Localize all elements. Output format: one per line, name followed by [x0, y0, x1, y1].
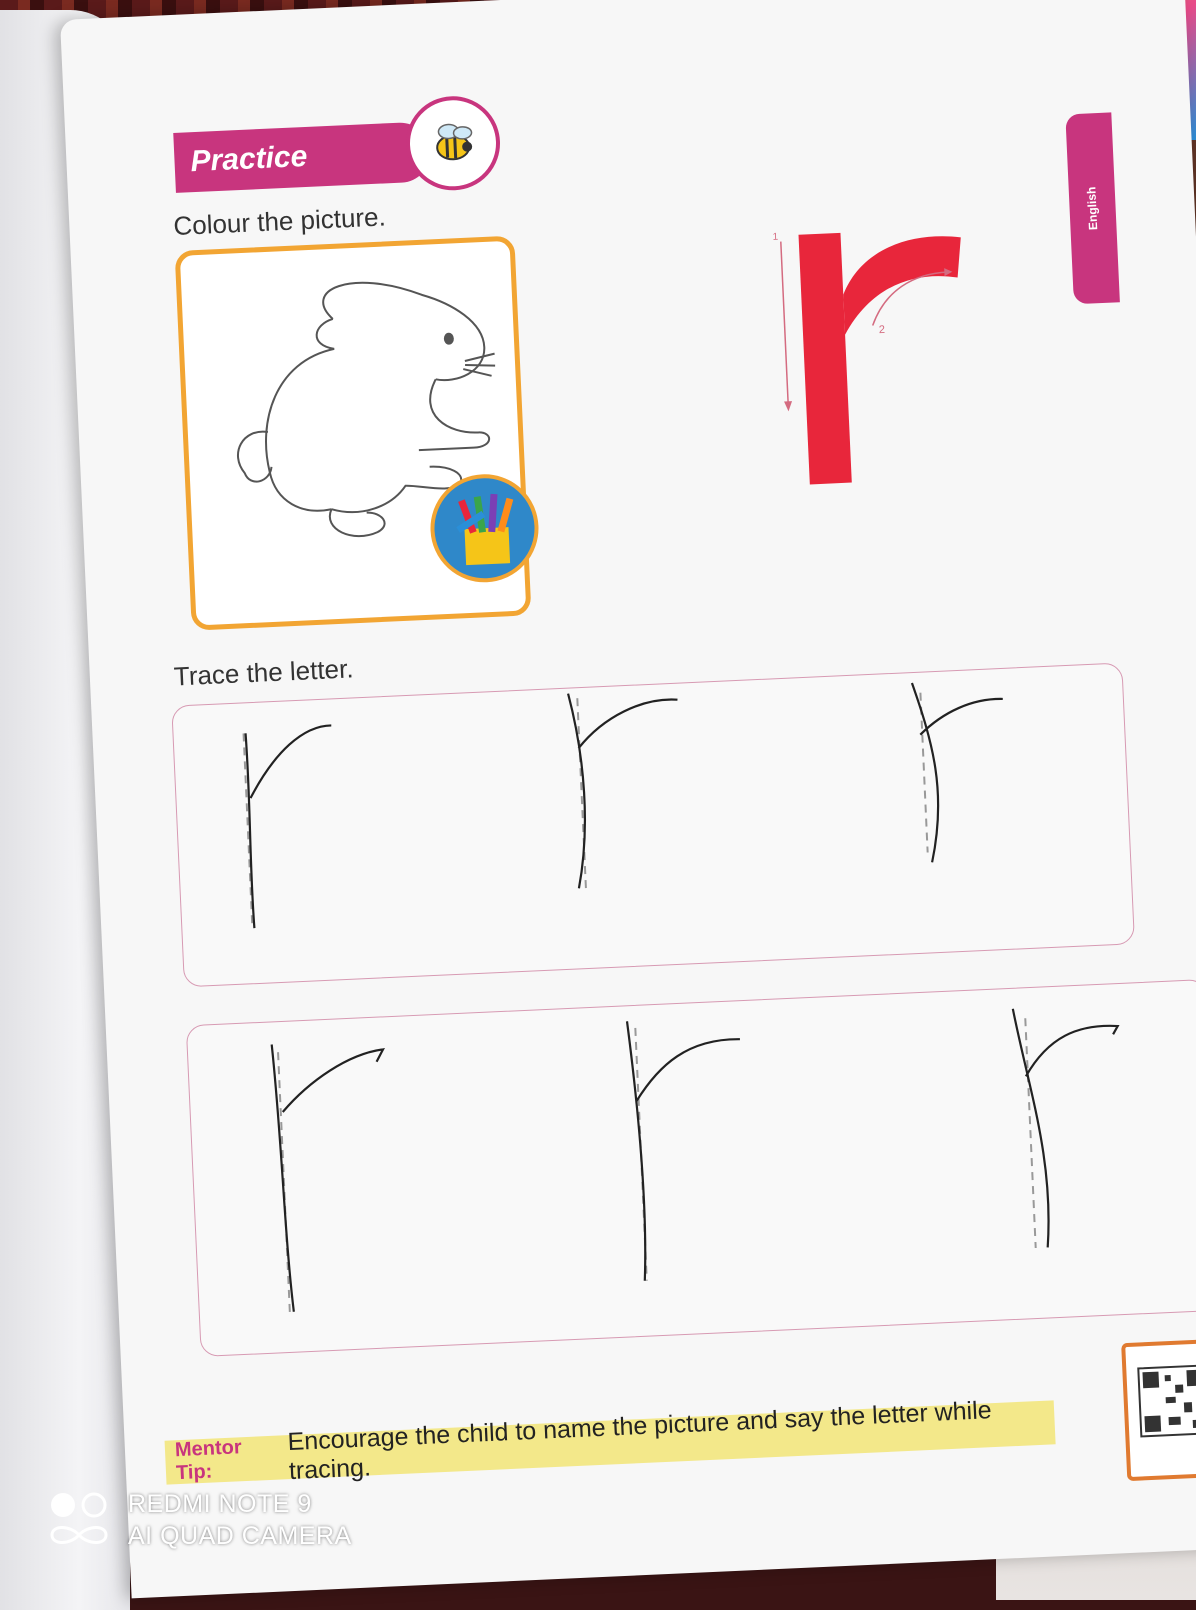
subject-tab-label: English — [1084, 186, 1101, 231]
mentor-tip-label: Mentor Tip: — [174, 1436, 243, 1485]
watermark-line-1: REDMI NOTE 9 — [128, 1490, 312, 1518]
stroke-arrow-1 — [780, 241, 790, 408]
letter-r-stem — [798, 232, 852, 485]
practice-tag: Practice — [173, 121, 432, 193]
letter-r-guide: 1 2 — [750, 218, 1002, 509]
workbook-page: Practice Colour the picture. English 1 2… — [60, 0, 1196, 1599]
camera-watermark: REDMI NOTE 9 AI QUAD CAMERA — [48, 1488, 352, 1552]
trace-row-1 — [171, 662, 1136, 988]
traced-letter — [910, 682, 1003, 863]
bee-icon — [403, 94, 503, 193]
traced-letter — [270, 1044, 385, 1312]
qr-code-icon — [1121, 1338, 1196, 1482]
traced-letter — [1011, 1008, 1120, 1249]
traced-letter — [242, 724, 332, 929]
trace-row-2 — [185, 978, 1196, 1357]
colour-instruction: Colour the picture. — [172, 201, 387, 242]
trace-instruction: Trace the letter. — [173, 653, 355, 692]
trace-row-2-letters — [270, 1008, 1120, 1312]
traced-letter — [567, 693, 678, 889]
colouring-frame — [174, 235, 541, 631]
stroke-number-2: 2 — [879, 324, 886, 336]
stroke-number-1: 1 — [772, 232, 778, 243]
trace-row-1-letters — [242, 682, 1003, 929]
practice-label: Practice — [189, 139, 308, 179]
watermark-line-2: AI QUAD CAMERA — [128, 1522, 352, 1550]
subject-tab: English — [1065, 112, 1120, 305]
mentor-tip-text: Encourage the child to name the picture … — [287, 1396, 993, 1486]
traced-letter — [625, 1021, 740, 1281]
mentor-tip-bar: Mentor Tip: Encourage the child to name … — [164, 1396, 1056, 1485]
camera-logo-icon — [48, 1489, 110, 1551]
